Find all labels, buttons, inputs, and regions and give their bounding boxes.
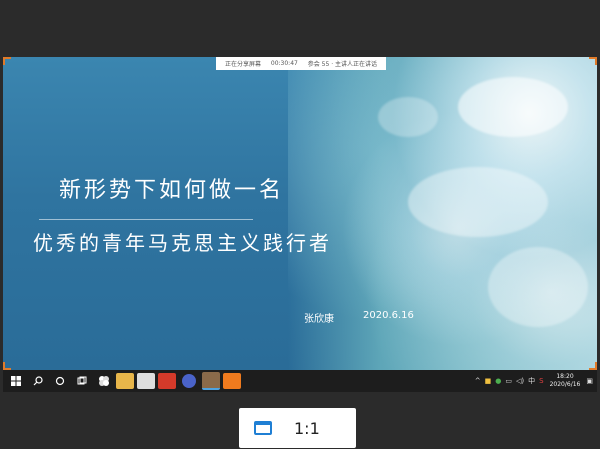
slide-title-line1: 新形势下如何做一名 xyxy=(59,178,285,203)
tray-app-icon[interactable]: ■ xyxy=(485,377,492,385)
wechat-icon[interactable]: ● xyxy=(495,377,501,385)
ime-language-indicator[interactable]: 中 xyxy=(528,376,535,386)
network-icon[interactable]: ▭ xyxy=(505,377,512,385)
media-app-icon[interactable] xyxy=(223,373,241,389)
selection-corner xyxy=(589,57,597,65)
slide-title-line2: 优秀的青年马克思主义践行者 xyxy=(33,231,332,255)
selection-corner xyxy=(589,362,597,370)
task-view-icon[interactable] xyxy=(73,372,91,390)
selection-corner xyxy=(3,362,11,370)
browser-icon[interactable] xyxy=(182,374,196,388)
sea-foam-image xyxy=(288,57,597,370)
system-tray: ^ ■ ● ▭ ◁) 中 S 18:20 2020/6/16 ▣ xyxy=(471,373,597,389)
search-icon[interactable] xyxy=(29,372,47,390)
clock-time: 18:20 xyxy=(556,373,574,380)
office-app-icon[interactable] xyxy=(158,373,176,389)
info-duration: 00:30:47 xyxy=(270,60,298,67)
clock[interactable]: 18:20 2020/6/16 xyxy=(550,373,581,389)
shared-slide: 正在分享屏幕 00:30:47 参会 55 · 主讲人正在讲话 新形势下如何做一… xyxy=(3,57,597,370)
clock-date: 2020/6/16 xyxy=(549,381,581,388)
meeting-info-bar: 正在分享屏幕 00:30:47 参会 55 · 主讲人正在讲话 xyxy=(216,57,386,70)
slide-author: 张欣康 xyxy=(304,314,334,325)
info-participants: 参会 55 · 主讲人正在讲话 xyxy=(307,61,378,68)
slide-date: 2020.6.16 xyxy=(363,310,414,321)
title-divider xyxy=(39,219,253,220)
volume-icon[interactable]: ◁) xyxy=(516,377,524,385)
windows-taskbar: ^ ■ ● ▭ ◁) 中 S 18:20 2020/6/16 ▣ xyxy=(3,370,597,392)
video-app-icon[interactable] xyxy=(202,372,220,390)
windows-start-icon[interactable] xyxy=(7,372,25,390)
notifications-icon[interactable]: ▣ xyxy=(586,377,593,385)
file-explorer-icon[interactable] xyxy=(116,373,134,389)
window-fit-icon[interactable] xyxy=(254,421,272,435)
info-sharing: 正在分享屏幕 xyxy=(224,61,261,68)
store-icon[interactable] xyxy=(137,373,155,389)
chevron-up-icon[interactable]: ^ xyxy=(475,377,481,385)
selection-corner xyxy=(3,57,11,65)
zoom-ratio-control[interactable]: 1:1 xyxy=(239,408,356,448)
pinwheel-app-icon[interactable] xyxy=(95,372,113,390)
zoom-ratio-label: 1:1 xyxy=(294,418,320,438)
cortana-icon[interactable] xyxy=(51,372,69,390)
ime-app-icon[interactable]: S xyxy=(539,377,543,385)
